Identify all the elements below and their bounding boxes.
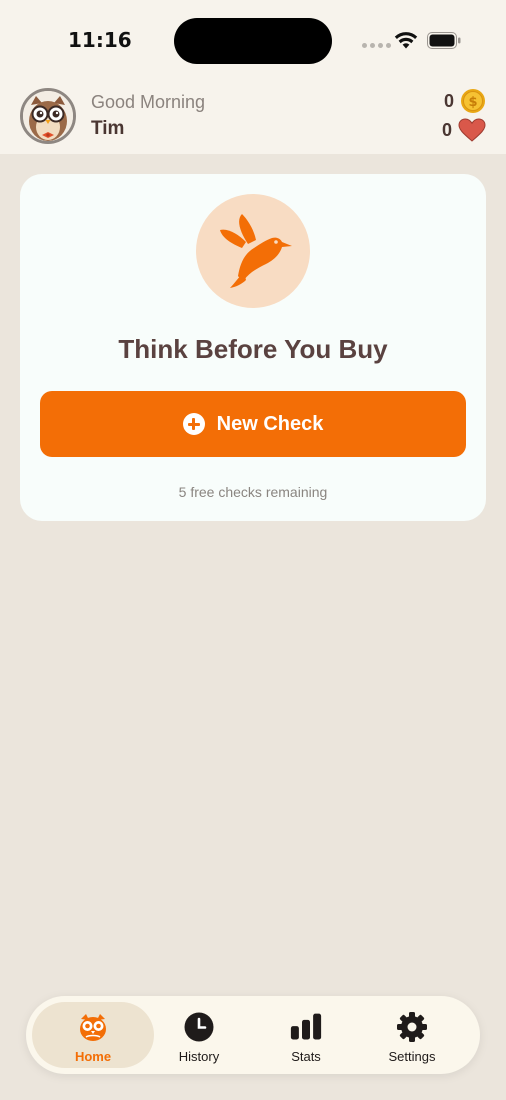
owl-avatar[interactable]	[20, 88, 76, 144]
coin-count: 0	[443, 90, 454, 111]
new-check-label: New Check	[216, 412, 324, 435]
owl-face-icon	[23, 91, 73, 141]
owl-icon	[77, 1011, 109, 1043]
tab-settings-label: Settings	[388, 1049, 436, 1064]
greeting-text: Good Morning	[91, 92, 206, 112]
tab-home[interactable]: Home	[32, 1002, 154, 1068]
header: Good Morning Tim 0 $ 0	[0, 80, 506, 154]
svg-text:$: $	[468, 95, 477, 110]
new-check-button[interactable]: New Check	[40, 391, 466, 457]
coin-counter[interactable]: 0 $	[444, 88, 486, 114]
heart-counter[interactable]: 0	[442, 118, 486, 142]
main-card: Think Before You Buy New Check 5 free ch…	[20, 174, 486, 521]
cellular-signal-icon	[362, 43, 391, 48]
battery-icon	[427, 32, 461, 49]
tab-stats-label: Stats	[291, 1049, 321, 1064]
dynamic-island	[174, 18, 332, 64]
wifi-icon	[394, 32, 418, 49]
gear-icon	[396, 1011, 428, 1043]
card-title: Think Before You Buy	[118, 334, 388, 364]
tab-home-label: Home	[74, 1049, 112, 1064]
coin-icon: $	[461, 89, 485, 113]
hummingbird-badge	[196, 194, 310, 308]
clock-icon	[183, 1011, 215, 1043]
heart-icon	[458, 118, 486, 142]
heart-count: 0	[441, 119, 452, 140]
bottom-tab-bar: Home History Stats Settings	[26, 996, 480, 1074]
tab-stats[interactable]: Stats	[246, 1002, 366, 1068]
bar-chart-icon	[290, 1011, 322, 1043]
status-bar: 11:16	[0, 0, 506, 80]
plus-circle-icon	[182, 413, 205, 435]
username: Tim	[91, 118, 125, 139]
status-time: 11:16	[68, 28, 132, 52]
tab-history-label: History	[178, 1049, 220, 1064]
free-checks-remaining: 5 free checks remaining	[178, 484, 328, 500]
top-area: 11:16 Good Morning Tim 0 $ 0	[0, 0, 506, 154]
tab-settings[interactable]: Settings	[352, 1002, 472, 1068]
hummingbird-icon	[220, 214, 292, 288]
tab-history[interactable]: History	[139, 1002, 259, 1068]
